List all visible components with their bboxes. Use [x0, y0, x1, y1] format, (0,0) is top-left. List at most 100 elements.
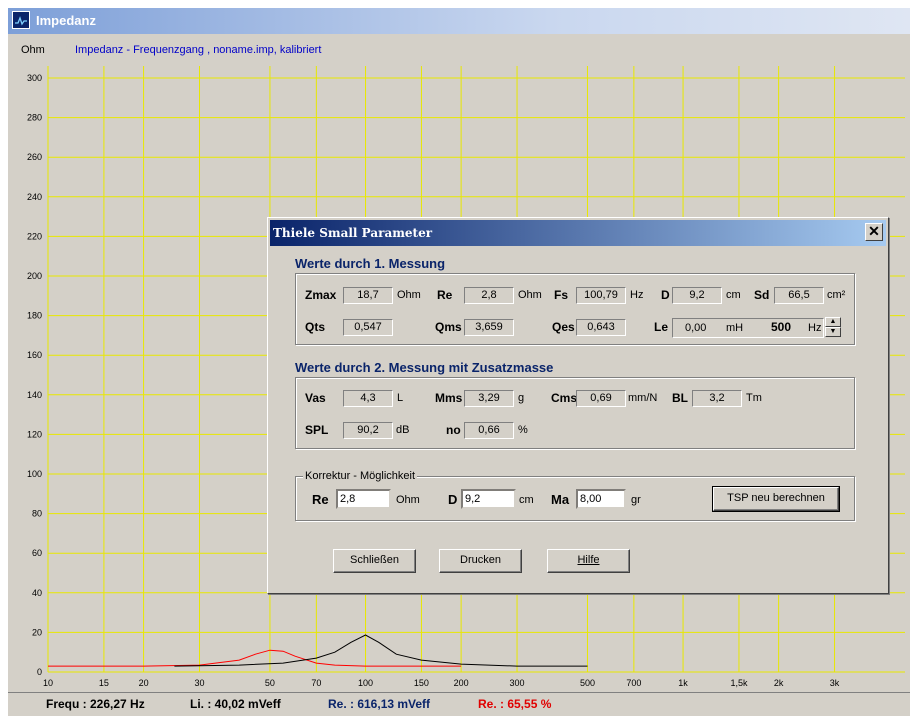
x-tick-label: 3k — [830, 678, 840, 688]
x-tick-label: 150 — [414, 678, 429, 688]
label-re: Re — [437, 288, 453, 302]
series-line-2 — [174, 634, 588, 667]
x-tick-label: 70 — [311, 678, 321, 688]
value-mms: 3,29 — [464, 390, 514, 407]
unit-sd: cm² — [827, 289, 846, 301]
close-button[interactable]: Schließen — [333, 549, 416, 573]
y-tick-label: 280 — [27, 113, 42, 123]
x-tick-label: 100 — [358, 678, 373, 688]
value-le: 0,00 — [672, 318, 824, 338]
value-fs: 100,79 — [576, 287, 626, 304]
value-d: 9,2 — [672, 287, 722, 304]
spin-down-icon[interactable]: ▼ — [825, 327, 841, 337]
x-tick-label: 30 — [194, 678, 204, 688]
label-korr-ma: Ma — [551, 492, 570, 507]
section-measurement-2: Werte durch 2. Messung mit Zusatzmasse — [295, 360, 554, 375]
status-frequency: Frequ : 226,27 Hz — [46, 697, 145, 711]
unit-korr-re: Ohm — [396, 494, 420, 506]
x-tick-label: 300 — [510, 678, 525, 688]
y-tick-label: 0 — [37, 667, 42, 677]
unit-korr-d: cm — [519, 494, 534, 506]
unit-spl: dB — [396, 424, 410, 436]
label-zmax: Zmax — [305, 288, 337, 302]
value-cms: 0,69 — [576, 390, 626, 407]
y-tick-label: 260 — [27, 152, 42, 162]
korr-d-input[interactable]: 9,2 — [461, 489, 516, 509]
status-re-voltage: Re. : 616,13 mVeff — [328, 697, 431, 711]
x-tick-label: 200 — [454, 678, 469, 688]
y-tick-label: 300 — [27, 73, 42, 83]
unit-re: Ohm — [518, 289, 542, 301]
unit-no: % — [518, 424, 528, 436]
dialog-titlebar[interactable]: Thiele Small Parameter ✕ — [270, 220, 886, 246]
label-spl: SPL — [305, 423, 329, 437]
korr-re-input[interactable]: 2,8 — [336, 489, 391, 509]
y-tick-label: 20 — [32, 627, 42, 637]
unit-mms: g — [518, 392, 525, 404]
x-tick-label: 50 — [265, 678, 275, 688]
help-button[interactable]: Hilfe — [547, 549, 630, 573]
tsp-recalculate-button[interactable]: TSP neu berechnen — [712, 486, 840, 512]
y-tick-label: 60 — [32, 548, 42, 558]
label-d: D — [661, 288, 670, 302]
y-tick-label: 120 — [27, 429, 42, 439]
value-bl: 3,2 — [692, 390, 742, 407]
x-tick-label: 1,5k — [730, 678, 748, 688]
label-qms: Qms — [435, 320, 462, 334]
label-korr-d: D — [448, 492, 458, 507]
print-button[interactable]: Drucken — [439, 549, 522, 573]
unit-cms: mm/N — [628, 392, 658, 404]
status-bar: Frequ : 226,27 Hz Li. : 40,02 mVeff Re. … — [8, 692, 910, 716]
y-tick-label: 160 — [27, 350, 42, 360]
y-tick-label: 80 — [32, 509, 42, 519]
korr-ma-input[interactable]: 8,00 — [576, 489, 626, 509]
unit-korr-ma: gr — [631, 494, 641, 506]
unit-vas: L — [397, 392, 404, 404]
value-zmax: 18,7 — [343, 287, 393, 304]
le-frequency-value[interactable]: 500 — [771, 320, 791, 334]
label-qes: Qes — [552, 320, 575, 334]
unit-bl: Tm — [746, 392, 762, 404]
unit-zmax: Ohm — [397, 289, 421, 301]
y-tick-label: 100 — [27, 469, 42, 479]
spin-up-icon[interactable]: ▲ — [825, 317, 841, 327]
series-line-1 — [48, 649, 462, 667]
unit-d: cm — [726, 289, 741, 301]
korrektur-title: Korrektur - Möglichkeit — [303, 470, 418, 482]
value-spl: 90,2 — [343, 422, 393, 439]
label-korr-re: Re — [312, 492, 329, 507]
x-tick-label: 2k — [774, 678, 784, 688]
value-qts: 0,547 — [343, 319, 393, 336]
x-tick-label: 1k — [678, 678, 688, 688]
unit-le: mH — [726, 322, 744, 334]
y-tick-label: 140 — [27, 390, 42, 400]
label-vas: Vas — [305, 391, 326, 405]
y-tick-label: 200 — [27, 271, 42, 281]
label-no: no — [446, 423, 461, 437]
value-qms: 3,659 — [464, 319, 514, 336]
x-tick-label: 15 — [99, 678, 109, 688]
label-bl: BL — [672, 391, 688, 405]
x-tick-label: 10 — [43, 678, 53, 688]
dialog-title: Thiele Small Parameter — [273, 226, 433, 240]
le-frequency-spinner[interactable]: ▲ ▼ — [825, 317, 841, 337]
label-qts: Qts — [305, 320, 326, 334]
y-tick-label: 240 — [27, 192, 42, 202]
y-tick-label: 40 — [32, 588, 42, 598]
value-qes: 0,643 — [576, 319, 626, 336]
x-tick-label: 20 — [139, 678, 149, 688]
value-re: 2,8 — [464, 287, 514, 304]
x-tick-label: 500 — [580, 678, 595, 688]
close-icon[interactable]: ✕ — [865, 223, 883, 241]
unit-fs: Hz — [630, 289, 644, 301]
value-no: 0,66 — [464, 422, 514, 439]
status-li-voltage: Li. : 40,02 mVeff — [190, 697, 281, 711]
status-re-percent: Re. : 65,55 % — [478, 697, 552, 711]
y-tick-label: 220 — [27, 231, 42, 241]
label-sd: Sd — [754, 288, 770, 302]
section-measurement-1: Werte durch 1. Messung — [295, 256, 446, 271]
x-tick-label: 700 — [626, 678, 641, 688]
label-fs: Fs — [554, 288, 569, 302]
label-cms: Cms — [551, 391, 578, 405]
y-tick-label: 180 — [27, 311, 42, 321]
